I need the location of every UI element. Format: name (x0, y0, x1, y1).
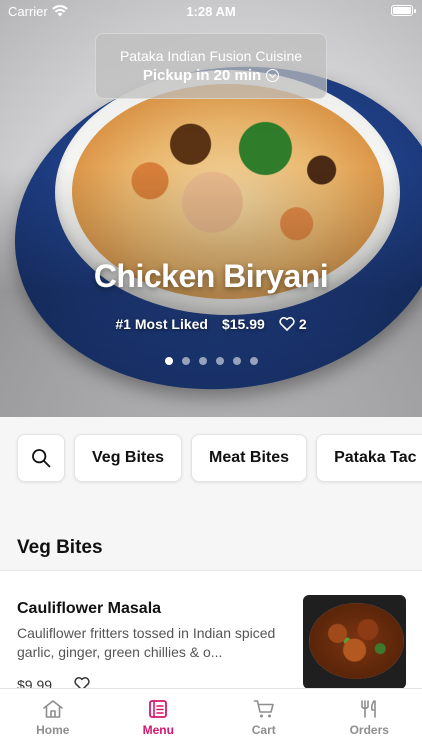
featured-item-meta: #1 Most Liked $15.99 2 (0, 316, 422, 332)
menu-item-description: Cauliflower fritters tossed in Indian sp… (17, 625, 276, 660)
carousel-dot[interactable] (232, 357, 241, 365)
tab-label: Orders (349, 723, 389, 737)
pickup-time-label: Pickup in 20 min (142, 67, 262, 84)
tab-label: Home (36, 723, 70, 737)
featured-price: $15.99 (221, 316, 265, 332)
featured-item-title: Chicken Biryani (93, 258, 329, 294)
tab-cart[interactable]: Cart (211, 689, 317, 750)
search-icon (32, 449, 51, 468)
tab-home[interactable]: Home (0, 689, 106, 750)
featured-likes[interactable]: 2 (279, 316, 307, 332)
carousel-dot[interactable] (181, 357, 190, 365)
pickup-time: Pickup in 20 min (96, 67, 326, 84)
tab-bar: Home Menu Cart Orders (0, 688, 422, 750)
cart-icon (253, 700, 274, 718)
tab-menu[interactable]: Menu (106, 689, 212, 750)
category-chip-veg-bites[interactable]: Veg Bites (74, 434, 183, 482)
tab-orders[interactable]: Orders (317, 689, 422, 750)
category-chip-pataka-tac[interactable]: Pataka Tac (316, 434, 422, 482)
menu-item-name: Cauliflower Masala (17, 600, 162, 617)
carousel-dot[interactable] (198, 357, 207, 365)
menu-item-food-graphic (309, 603, 404, 679)
search-button[interactable] (17, 434, 65, 482)
menu-icon (149, 700, 168, 718)
tab-label: Menu (142, 723, 174, 737)
carousel-dot[interactable] (249, 357, 258, 365)
menu-item-photo (303, 595, 406, 689)
featured-likes-count: 2 (298, 316, 307, 332)
category-strip: Veg Bites Meat Bites Pataka Tac (0, 417, 422, 527)
pickup-selector[interactable]: Pataka Indian Fusion Cuisine Pickup in 2… (95, 33, 327, 99)
hero-banner[interactable]: Carrier 1:28 AM Pataka Indian Fusion Cui… (0, 0, 422, 417)
home-icon (42, 700, 63, 718)
status-bar: Carrier 1:28 AM (0, 0, 422, 24)
status-time: 1:28 AM (186, 4, 236, 19)
featured-rank: #1 Most Liked (115, 316, 208, 332)
category-chip-meat-bites[interactable]: Meat Bites (191, 434, 308, 482)
carousel-dot[interactable] (164, 357, 173, 365)
heart-icon (279, 317, 295, 331)
chevron-circle-down-icon (266, 69, 280, 82)
carousel-page-indicator[interactable] (0, 357, 422, 365)
category-chips: Veg Bites Meat Bites Pataka Tac (17, 434, 422, 482)
carousel-dot[interactable] (215, 357, 224, 365)
tab-label: Cart (251, 723, 276, 737)
section-title: Veg Bites (17, 537, 103, 558)
menu-item-row[interactable]: Cauliflower Masala Cauliflower fritters … (0, 571, 422, 693)
restaurant-name: Pataka Indian Fusion Cuisine (119, 48, 303, 64)
orders-icon (361, 700, 377, 718)
battery-icon (391, 5, 416, 16)
